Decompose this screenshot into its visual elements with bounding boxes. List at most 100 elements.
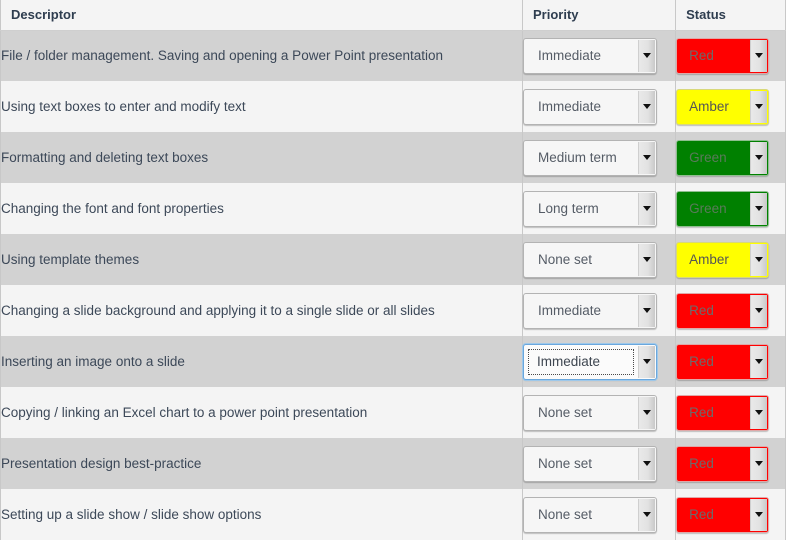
cell-status: Red (675, 387, 786, 438)
chevron-down-icon[interactable] (750, 294, 768, 327)
chevron-down-icon[interactable] (750, 396, 768, 429)
column-header-descriptor: Descriptor (0, 0, 523, 31)
status-select[interactable]: Red (676, 394, 770, 431)
status-select[interactable]: Red (676, 445, 770, 482)
priority-select[interactable]: Immediate (522, 37, 657, 74)
priority-select-value: Immediate (537, 303, 602, 318)
priority-select[interactable]: Long term (522, 190, 657, 227)
cell-descriptor: File / folder management. Saving and ope… (0, 30, 523, 81)
chevron-down-icon[interactable] (637, 39, 655, 72)
priority-select-value: Immediate (527, 348, 634, 375)
table-row: Setting up a slide show / slide show opt… (0, 489, 786, 540)
chevron-down-icon[interactable] (637, 498, 655, 531)
cell-status: Red (675, 438, 786, 489)
status-select[interactable]: Green (676, 139, 770, 176)
table-header-row: Descriptor Priority Status (0, 0, 786, 31)
chevron-down-icon[interactable] (637, 192, 655, 225)
priority-select[interactable]: None set (522, 241, 657, 278)
priority-select-value: Medium term (537, 150, 617, 165)
chevron-down-glyph (755, 308, 764, 313)
cell-descriptor: Using text boxes to enter and modify tex… (0, 81, 523, 132)
chevron-down-glyph (642, 461, 651, 466)
table-row: Formatting and deleting text boxes Medium… (0, 132, 786, 183)
chevron-down-glyph (755, 104, 764, 109)
priority-select-value: None set (537, 405, 593, 420)
chevron-down-icon[interactable] (750, 192, 768, 225)
priority-select[interactable]: None set (522, 394, 657, 431)
cell-descriptor: Changing a slide background and applying… (0, 285, 523, 336)
chevron-down-glyph (755, 155, 764, 160)
priority-select[interactable]: Immediate (522, 343, 657, 380)
chevron-down-glyph (642, 206, 651, 211)
cell-descriptor: Copying / linking an Excel chart to a po… (0, 387, 523, 438)
chevron-down-icon[interactable] (750, 141, 768, 174)
cell-descriptor: Using template themes (0, 234, 523, 285)
chevron-down-glyph (755, 257, 764, 262)
chevron-down-glyph (755, 512, 764, 517)
cell-priority: Immediate (521, 30, 676, 81)
status-select-value: Red (689, 303, 714, 318)
cell-priority: Immediate (521, 285, 676, 336)
chevron-down-icon[interactable] (637, 294, 655, 327)
priority-select[interactable]: Immediate (522, 88, 657, 125)
cell-priority: None set (521, 438, 676, 489)
table-row: File / folder management. Saving and ope… (0, 30, 786, 81)
chevron-down-icon[interactable] (637, 90, 655, 123)
chevron-down-icon[interactable] (637, 243, 655, 276)
status-select-value: Green (689, 150, 727, 165)
priority-select-value: None set (537, 456, 593, 471)
chevron-down-icon[interactable] (750, 345, 768, 378)
table-row: Inserting an image onto a slide Immediate… (0, 336, 786, 387)
column-header-priority: Priority (521, 0, 676, 31)
chevron-down-glyph (642, 53, 651, 59)
chevron-down-glyph (755, 359, 764, 364)
chevron-down-glyph (642, 257, 651, 262)
priority-select-value: None set (537, 252, 593, 267)
priority-select-value: None set (537, 507, 593, 522)
table-body: File / folder management. Saving and ope… (0, 30, 786, 540)
priority-select[interactable]: Immediate (522, 292, 657, 329)
chevron-down-glyph (642, 155, 651, 160)
status-select[interactable]: Red (676, 496, 770, 533)
status-select[interactable]: Amber (676, 88, 770, 125)
chevron-down-glyph (755, 206, 764, 211)
cell-status: Amber (675, 234, 786, 285)
status-select-value: Green (689, 201, 727, 216)
status-select-value: Red (689, 507, 714, 522)
chevron-down-glyph (642, 512, 651, 517)
column-header-status: Status (675, 0, 786, 31)
chevron-down-icon[interactable] (750, 39, 768, 72)
chevron-down-icon[interactable] (637, 396, 655, 429)
status-select[interactable]: Red (676, 292, 770, 329)
status-select[interactable]: Red (676, 37, 770, 74)
status-select-value: Amber (689, 252, 729, 267)
status-select[interactable]: Amber (676, 241, 770, 278)
chevron-down-icon[interactable] (637, 345, 655, 378)
table-row: Using text boxes to enter and modify tex… (0, 81, 786, 132)
status-select-value: Amber (689, 99, 729, 114)
cell-status: Red (675, 336, 786, 387)
chevron-down-icon[interactable] (637, 141, 655, 174)
cell-descriptor: Setting up a slide show / slide show opt… (0, 489, 523, 540)
table-header: Descriptor Priority Status (0, 0, 786, 31)
cell-priority: None set (521, 387, 676, 438)
chevron-down-glyph (642, 359, 651, 364)
chevron-down-icon[interactable] (750, 498, 768, 531)
status-select[interactable]: Green (676, 190, 770, 227)
table-row: Using template themes None set Amber (0, 234, 786, 285)
chevron-down-icon[interactable] (750, 447, 768, 480)
chevron-down-icon[interactable] (750, 90, 768, 123)
priority-select[interactable]: None set (522, 445, 657, 482)
priority-select[interactable]: None set (522, 496, 657, 533)
cell-status: Green (675, 132, 786, 183)
status-select-value: Red (689, 48, 714, 64)
cell-priority: Long term (521, 183, 676, 234)
status-select[interactable]: Red (676, 343, 770, 380)
chevron-down-glyph (755, 410, 764, 415)
cell-status: Red (675, 489, 786, 540)
chevron-down-icon[interactable] (637, 447, 655, 480)
cell-priority: Medium term (521, 132, 676, 183)
cell-descriptor: Presentation design best-practice (0, 438, 523, 489)
priority-select[interactable]: Medium term (522, 139, 657, 176)
chevron-down-icon[interactable] (750, 243, 768, 276)
